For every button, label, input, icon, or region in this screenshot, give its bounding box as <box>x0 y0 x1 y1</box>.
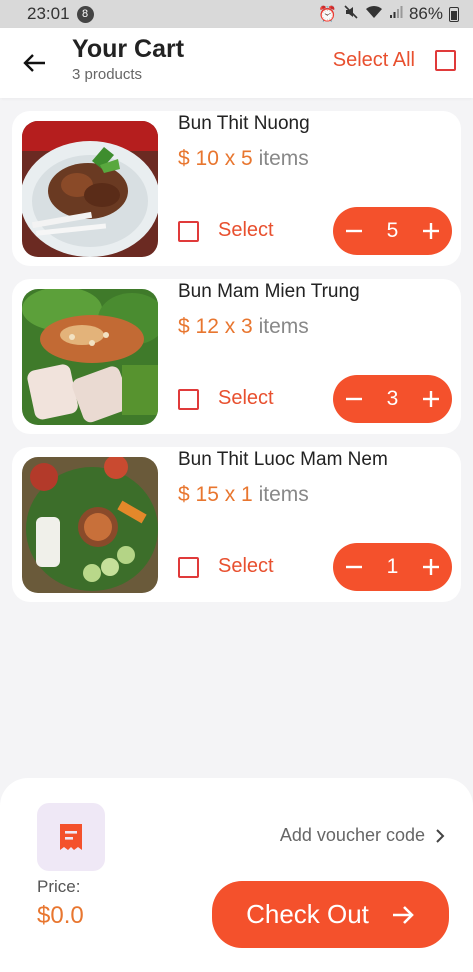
plus-icon <box>423 559 439 575</box>
arrow-right-icon <box>392 905 414 924</box>
notification-count-badge: 8 <box>76 5 94 23</box>
battery-percent: 86% <box>408 4 443 23</box>
items-word: items <box>258 483 309 506</box>
price-label: Price: <box>37 877 81 896</box>
quantity-stepper: 3 <box>333 375 452 423</box>
wifi-icon <box>365 5 383 23</box>
quantity-stepper: 5 <box>333 207 452 255</box>
status-time: 23:01 <box>27 4 70 23</box>
food-image <box>22 457 158 593</box>
increase-button[interactable] <box>419 219 443 243</box>
item-price: $ 15 x 1 items <box>178 483 309 507</box>
title-group: Your Cart 3 products <box>72 35 185 83</box>
increase-button[interactable] <box>419 387 443 411</box>
cart-item: Bun Thit Nuong $ 10 x 5 items Select 5 <box>12 111 461 266</box>
quantity-value: 1 <box>386 555 399 578</box>
minus-icon <box>346 397 362 401</box>
product-count: 3 products <box>72 65 143 83</box>
quantity-value: 5 <box>386 219 399 242</box>
item-select-label[interactable]: Select <box>218 219 274 242</box>
plus-icon <box>423 391 439 407</box>
decrease-button[interactable] <box>342 387 366 411</box>
status-bar: 23:01 8 ⏰ 86% <box>0 0 473 28</box>
cart-item: Bun Mam Mien Trung $ 12 x 3 items Select… <box>12 279 461 434</box>
minus-icon <box>346 229 362 233</box>
select-all-label[interactable]: Select All <box>333 49 415 72</box>
item-select-checkbox[interactable] <box>178 557 199 578</box>
voucher-label: Add voucher code <box>279 825 425 845</box>
item-select-label[interactable]: Select <box>218 555 274 578</box>
decrease-button[interactable] <box>342 219 366 243</box>
item-select-label[interactable]: Select <box>218 387 274 410</box>
signal-icon <box>389 5 403 23</box>
total-price: $0.0 <box>37 902 84 929</box>
checkout-panel: Add voucher code Price: $0.0 Check Out <box>0 778 473 972</box>
status-icons: ⏰ 86% <box>318 4 459 24</box>
mute-icon <box>343 4 359 24</box>
select-all-checkbox[interactable] <box>435 50 456 71</box>
voucher-button[interactable] <box>37 803 105 871</box>
page-title: Your Cart <box>72 35 185 63</box>
chevron-right-icon <box>436 828 445 843</box>
plus-icon <box>423 223 439 239</box>
item-price: $ 10 x 5 items <box>178 147 309 171</box>
receipt-icon <box>60 824 82 850</box>
item-price-text: $ 12 x 3 <box>178 315 253 338</box>
checkout-button[interactable]: Check Out <box>212 881 449 948</box>
items-word: items <box>258 147 309 170</box>
quantity-value: 3 <box>386 387 399 410</box>
food-image <box>22 289 158 425</box>
item-price-text: $ 15 x 1 <box>178 483 253 506</box>
increase-button[interactable] <box>419 555 443 579</box>
quantity-stepper: 1 <box>333 543 452 591</box>
back-button[interactable] <box>22 50 48 76</box>
cart-item: Bun Thit Luoc Mam Nem $ 15 x 1 items Sel… <box>12 447 461 602</box>
item-select-checkbox[interactable] <box>178 389 199 410</box>
item-select-checkbox[interactable] <box>178 221 199 242</box>
cart-header: Your Cart 3 products Select All <box>0 28 473 98</box>
add-voucher-link[interactable]: Add voucher code <box>280 825 445 846</box>
items-word: items <box>258 315 309 338</box>
arrow-left-icon <box>23 54 45 72</box>
food-image <box>22 121 158 257</box>
item-price-text: $ 10 x 5 <box>178 147 253 170</box>
item-name: Bun Thit Luoc Mam Nem <box>178 449 388 470</box>
alarm-icon: ⏰ <box>318 6 337 23</box>
minus-icon <box>346 565 362 569</box>
battery-icon <box>449 6 459 22</box>
item-price: $ 12 x 3 items <box>178 315 309 339</box>
checkout-label: Check Out <box>246 899 369 929</box>
decrease-button[interactable] <box>342 555 366 579</box>
item-name: Bun Thit Nuong <box>178 113 310 134</box>
item-name: Bun Mam Mien Trung <box>178 281 360 302</box>
